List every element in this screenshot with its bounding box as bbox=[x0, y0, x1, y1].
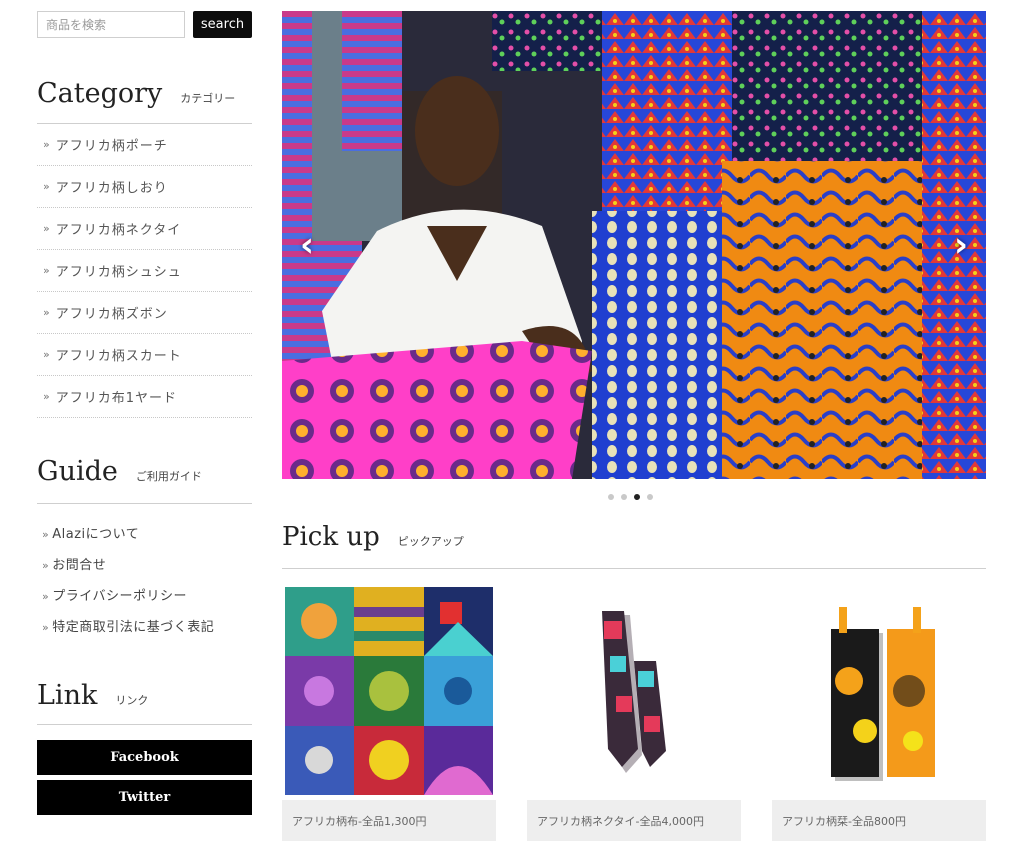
search-button[interactable]: search bbox=[193, 11, 252, 38]
category-item-label: アフリカ柄シュシュ bbox=[55, 265, 182, 280]
category-title: Category bbox=[37, 78, 163, 109]
link-heading: Link リンク bbox=[37, 680, 252, 725]
search-input[interactable] bbox=[37, 11, 185, 38]
slider-dot[interactable] bbox=[608, 494, 614, 500]
bullet-icon: » bbox=[42, 590, 50, 603]
sidebar: search Category カテゴリー » アフリカ柄ポーチ » アフリカ柄しお… bbox=[37, 11, 252, 815]
pickup-title: Pick up bbox=[282, 522, 380, 552]
guide-item-about[interactable]: » Alaziについて bbox=[37, 523, 252, 554]
guide-list: » Alaziについて » お問合せ » プライバシーポリシー » 特定商取引法に基づく… bbox=[37, 523, 252, 647]
category-item-pants[interactable]: » アフリカ柄ズボン bbox=[37, 292, 252, 334]
slider-dots bbox=[608, 494, 653, 500]
category-item-scrunchie[interactable]: » アフリカ柄シュシュ bbox=[37, 250, 252, 292]
category-item-pouch[interactable]: » アフリカ柄ポーチ bbox=[37, 124, 252, 166]
product-caption: アフリカ柄栞-全品800円 bbox=[772, 800, 986, 841]
slider-next-icon[interactable]: › bbox=[954, 225, 968, 265]
product-thumb bbox=[527, 586, 741, 796]
slider-dot-active[interactable] bbox=[634, 494, 640, 500]
hero-image bbox=[282, 11, 986, 479]
guide-heading: Guide ご利用ガイド bbox=[37, 456, 252, 504]
guide-item-label: お問合せ bbox=[52, 558, 107, 573]
category-item-label: アフリカ柄ネクタイ bbox=[55, 223, 182, 238]
bullet-icon: » bbox=[43, 306, 51, 319]
category-heading: Category カテゴリー bbox=[37, 78, 252, 124]
category-item-label: アフリカ柄スカート bbox=[55, 349, 182, 364]
bookmark-image bbox=[831, 607, 935, 781]
bullet-icon: » bbox=[43, 390, 51, 403]
bullet-icon: » bbox=[43, 180, 51, 193]
pickup-heading: Pick up ピックアップ bbox=[282, 522, 986, 569]
necktie-image bbox=[602, 611, 666, 773]
product-card-fabric[interactable]: アフリカ柄布-全品1,300円 bbox=[282, 586, 496, 841]
product-list: アフリカ柄布-全品1,300円 アフリカ柄ネクタイ-全品4,000円 アフリカ柄… bbox=[282, 586, 986, 841]
product-caption: アフリカ柄ネクタイ-全品4,000円 bbox=[527, 800, 741, 841]
guide-item-label: Alaziについて bbox=[52, 527, 140, 542]
guide-subtitle: ご利用ガイド bbox=[135, 470, 202, 483]
product-thumb bbox=[772, 586, 986, 796]
product-thumb bbox=[282, 586, 496, 796]
facebook-button[interactable]: Facebook bbox=[37, 740, 252, 775]
category-list: » アフリカ柄ポーチ » アフリカ柄しおり » アフリカ柄ネクタイ » アフリカ柄シュシ… bbox=[37, 124, 252, 418]
hero-slider[interactable]: ‹ › bbox=[282, 11, 986, 479]
search-bar: search bbox=[37, 11, 252, 38]
bullet-icon: » bbox=[42, 621, 50, 634]
link-subtitle: リンク bbox=[115, 694, 149, 707]
category-item-label: アフリカ柄ポーチ bbox=[55, 139, 168, 154]
guide-title: Guide bbox=[37, 456, 118, 487]
bullet-icon: » bbox=[42, 528, 50, 541]
bullet-icon: » bbox=[42, 559, 50, 572]
product-caption: アフリカ柄布-全品1,300円 bbox=[282, 800, 496, 841]
link-title: Link bbox=[37, 680, 98, 711]
guide-item-legal[interactable]: » 特定商取引法に基づく表記 bbox=[37, 616, 252, 647]
slider-dot[interactable] bbox=[621, 494, 627, 500]
slider-dot[interactable] bbox=[647, 494, 653, 500]
category-item-label: アフリカ布1ヤード bbox=[55, 391, 178, 406]
category-subtitle: カテゴリー bbox=[180, 92, 236, 105]
guide-item-label: プライバシーポリシー bbox=[52, 589, 187, 604]
guide-item-label: 特定商取引法に基づく表記 bbox=[52, 620, 215, 635]
category-item-skirt[interactable]: » アフリカ柄スカート bbox=[37, 334, 252, 376]
pickup-subtitle: ピックアップ bbox=[397, 535, 464, 548]
category-item-label: アフリカ柄しおり bbox=[55, 181, 168, 196]
bullet-icon: » bbox=[43, 264, 51, 277]
bullet-icon: » bbox=[43, 348, 51, 361]
fabric-swatch-image bbox=[285, 587, 493, 795]
twitter-button[interactable]: Twitter bbox=[37, 780, 252, 815]
guide-item-privacy[interactable]: » プライバシーポリシー bbox=[37, 585, 252, 616]
product-card-necktie[interactable]: アフリカ柄ネクタイ-全品4,000円 bbox=[527, 586, 741, 841]
guide-item-contact[interactable]: » お問合せ bbox=[37, 554, 252, 585]
slider-prev-icon[interactable]: ‹ bbox=[300, 225, 314, 265]
category-item-necktie[interactable]: » アフリカ柄ネクタイ bbox=[37, 208, 252, 250]
product-card-bookmark[interactable]: アフリカ柄栞-全品800円 bbox=[772, 586, 986, 841]
category-item-label: アフリカ柄ズボン bbox=[55, 307, 168, 322]
category-item-fabric-yard[interactable]: » アフリカ布1ヤード bbox=[37, 376, 252, 418]
bullet-icon: » bbox=[43, 222, 51, 235]
category-item-bookmark[interactable]: » アフリカ柄しおり bbox=[37, 166, 252, 208]
bullet-icon: » bbox=[43, 138, 51, 151]
